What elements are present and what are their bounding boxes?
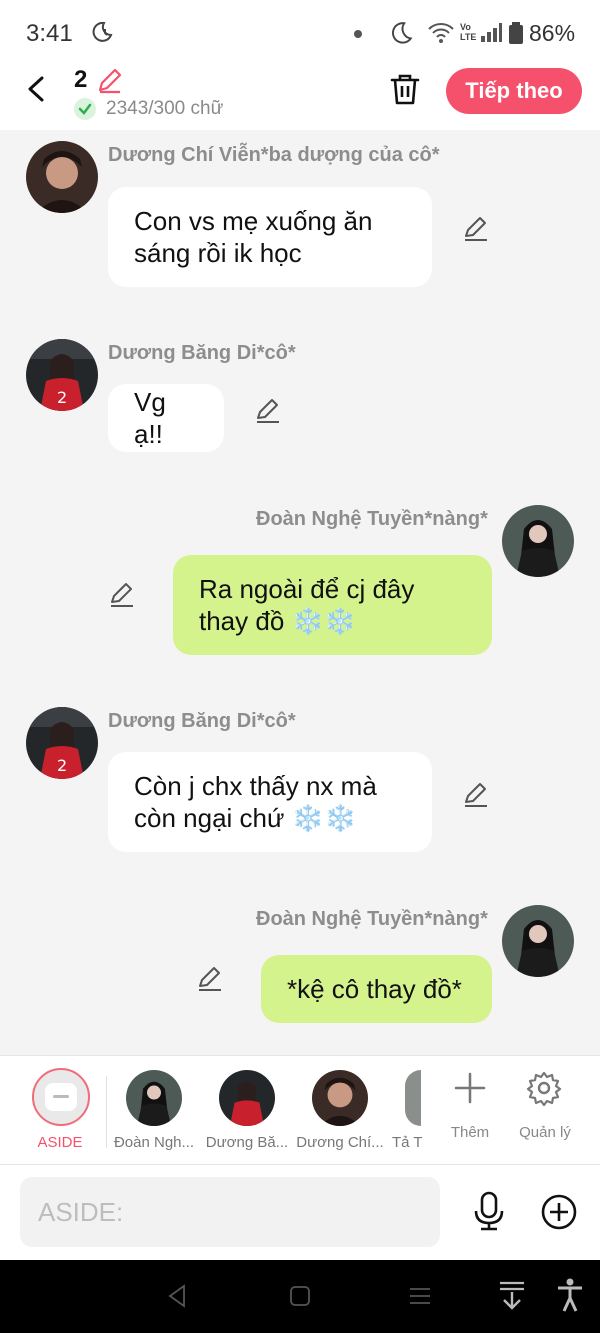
character-name: Dương Chí... [296,1134,384,1151]
character-name: Tả T [392,1134,422,1151]
character-name: Đoàn Ngh... [113,1134,195,1151]
system-navigation-bar [0,1260,600,1333]
message-text: Ra ngoài để cj đây thay đồ ❄️❄️ [199,574,415,636]
character-avatar[interactable] [405,1070,421,1126]
aside-icon [45,1083,77,1111]
sender-name: Dương Băng Di*cô* [108,710,296,732]
status-bar: 3:41 Vo LTE 86% [0,0,600,64]
edit-pencil-icon[interactable] [462,214,490,242]
svg-text:2: 2 [57,388,67,407]
aside-text-input[interactable] [20,1177,440,1247]
character-bar: ASIDE Đoàn Ngh... Dương Bă... Dương Chí.… [0,1055,600,1165]
svg-text:2: 2 [57,756,67,775]
avatar[interactable]: 2 [26,707,98,779]
manage-label: Quản lý [519,1124,571,1141]
wifi-icon [428,22,454,49]
next-button[interactable]: Tiếp theo [446,68,582,114]
aside-button[interactable] [32,1068,90,1126]
message-bubble[interactable]: Còn j chx thấy nx mà còn ngại chứ ❄️❄️ [108,752,432,852]
message-bubble[interactable]: Vg ạ!! [108,384,224,452]
input-bar [0,1165,600,1260]
character-avatar[interactable] [312,1070,368,1126]
sender-name: Đoàn Nghệ Tuyền*nàng* [256,508,488,530]
avatar[interactable] [502,905,574,977]
gear-icon[interactable] [526,1070,562,1111]
message-text: Còn j chx thấy nx mà còn ngại chứ ❄️❄️ [134,771,377,833]
trash-icon[interactable] [388,72,422,111]
word-count: 2343/300 chữ [106,98,224,119]
message-bubble[interactable]: Con vs mẹ xuống ăn sáng rồi ik học [108,187,432,287]
signal-icon [480,22,502,49]
edit-pencil-icon[interactable] [196,964,224,992]
sender-name: Đoàn Nghệ Tuyền*nàng* [256,908,488,930]
avatar[interactable] [26,141,98,213]
message-text: Vg ạ!! [134,387,166,449]
microphone-icon[interactable] [472,1191,506,1236]
back-button[interactable] [22,74,52,104]
chapter-number: 2 [74,66,88,93]
moon-clock-icon [90,20,114,49]
edit-pencil-icon[interactable] [108,580,136,608]
do-not-disturb-moon-icon [388,20,414,51]
message-text: Con vs mẹ xuống ăn sáng rồi ik học [134,206,373,268]
add-circle-icon[interactable] [540,1193,578,1236]
character-avatar[interactable] [126,1070,182,1126]
check-icon [74,98,96,120]
volte-label: Vo LTE [460,22,477,42]
add-label: Thêm [450,1124,490,1141]
aside-label: ASIDE [37,1134,83,1151]
character-name: Dương Bă... [205,1134,289,1151]
nav-hide-keyboard-icon[interactable] [498,1280,526,1317]
edit-pencil-icon[interactable] [462,780,490,808]
sender-name: Dương Chí Viễn*ba dượng của cô* [108,144,440,166]
divider [106,1076,107,1148]
avatar[interactable] [502,505,574,577]
nav-back-icon[interactable] [166,1284,190,1313]
sender-name: Dương Băng Di*cô* [108,342,296,364]
nav-menu-icon[interactable] [408,1284,432,1313]
message-bubble[interactable]: Ra ngoài để cj đây thay đồ ❄️❄️ [173,555,492,655]
battery-icon [508,22,524,49]
message-bubble[interactable]: *kệ cô thay đồ* [261,955,492,1023]
editor-header: 2 2343/300 chữ Tiếp theo [0,64,600,130]
battery-percentage: 86% [529,20,576,46]
edit-pencil-icon[interactable] [254,396,282,424]
message-text: *kệ cô thay đồ* [287,974,462,1004]
status-time: 3:41 [26,20,73,47]
nav-home-icon[interactable] [288,1284,312,1313]
notification-dot [354,30,362,38]
character-avatar[interactable] [219,1070,275,1126]
accessibility-icon[interactable] [556,1278,584,1317]
chat-area[interactable]: Dương Chí Viễn*ba dượng của cô* Con vs m… [0,130,600,1055]
avatar[interactable]: 2 [26,339,98,411]
edit-title-pencil-icon[interactable] [96,66,124,99]
add-character-button[interactable] [452,1070,488,1111]
